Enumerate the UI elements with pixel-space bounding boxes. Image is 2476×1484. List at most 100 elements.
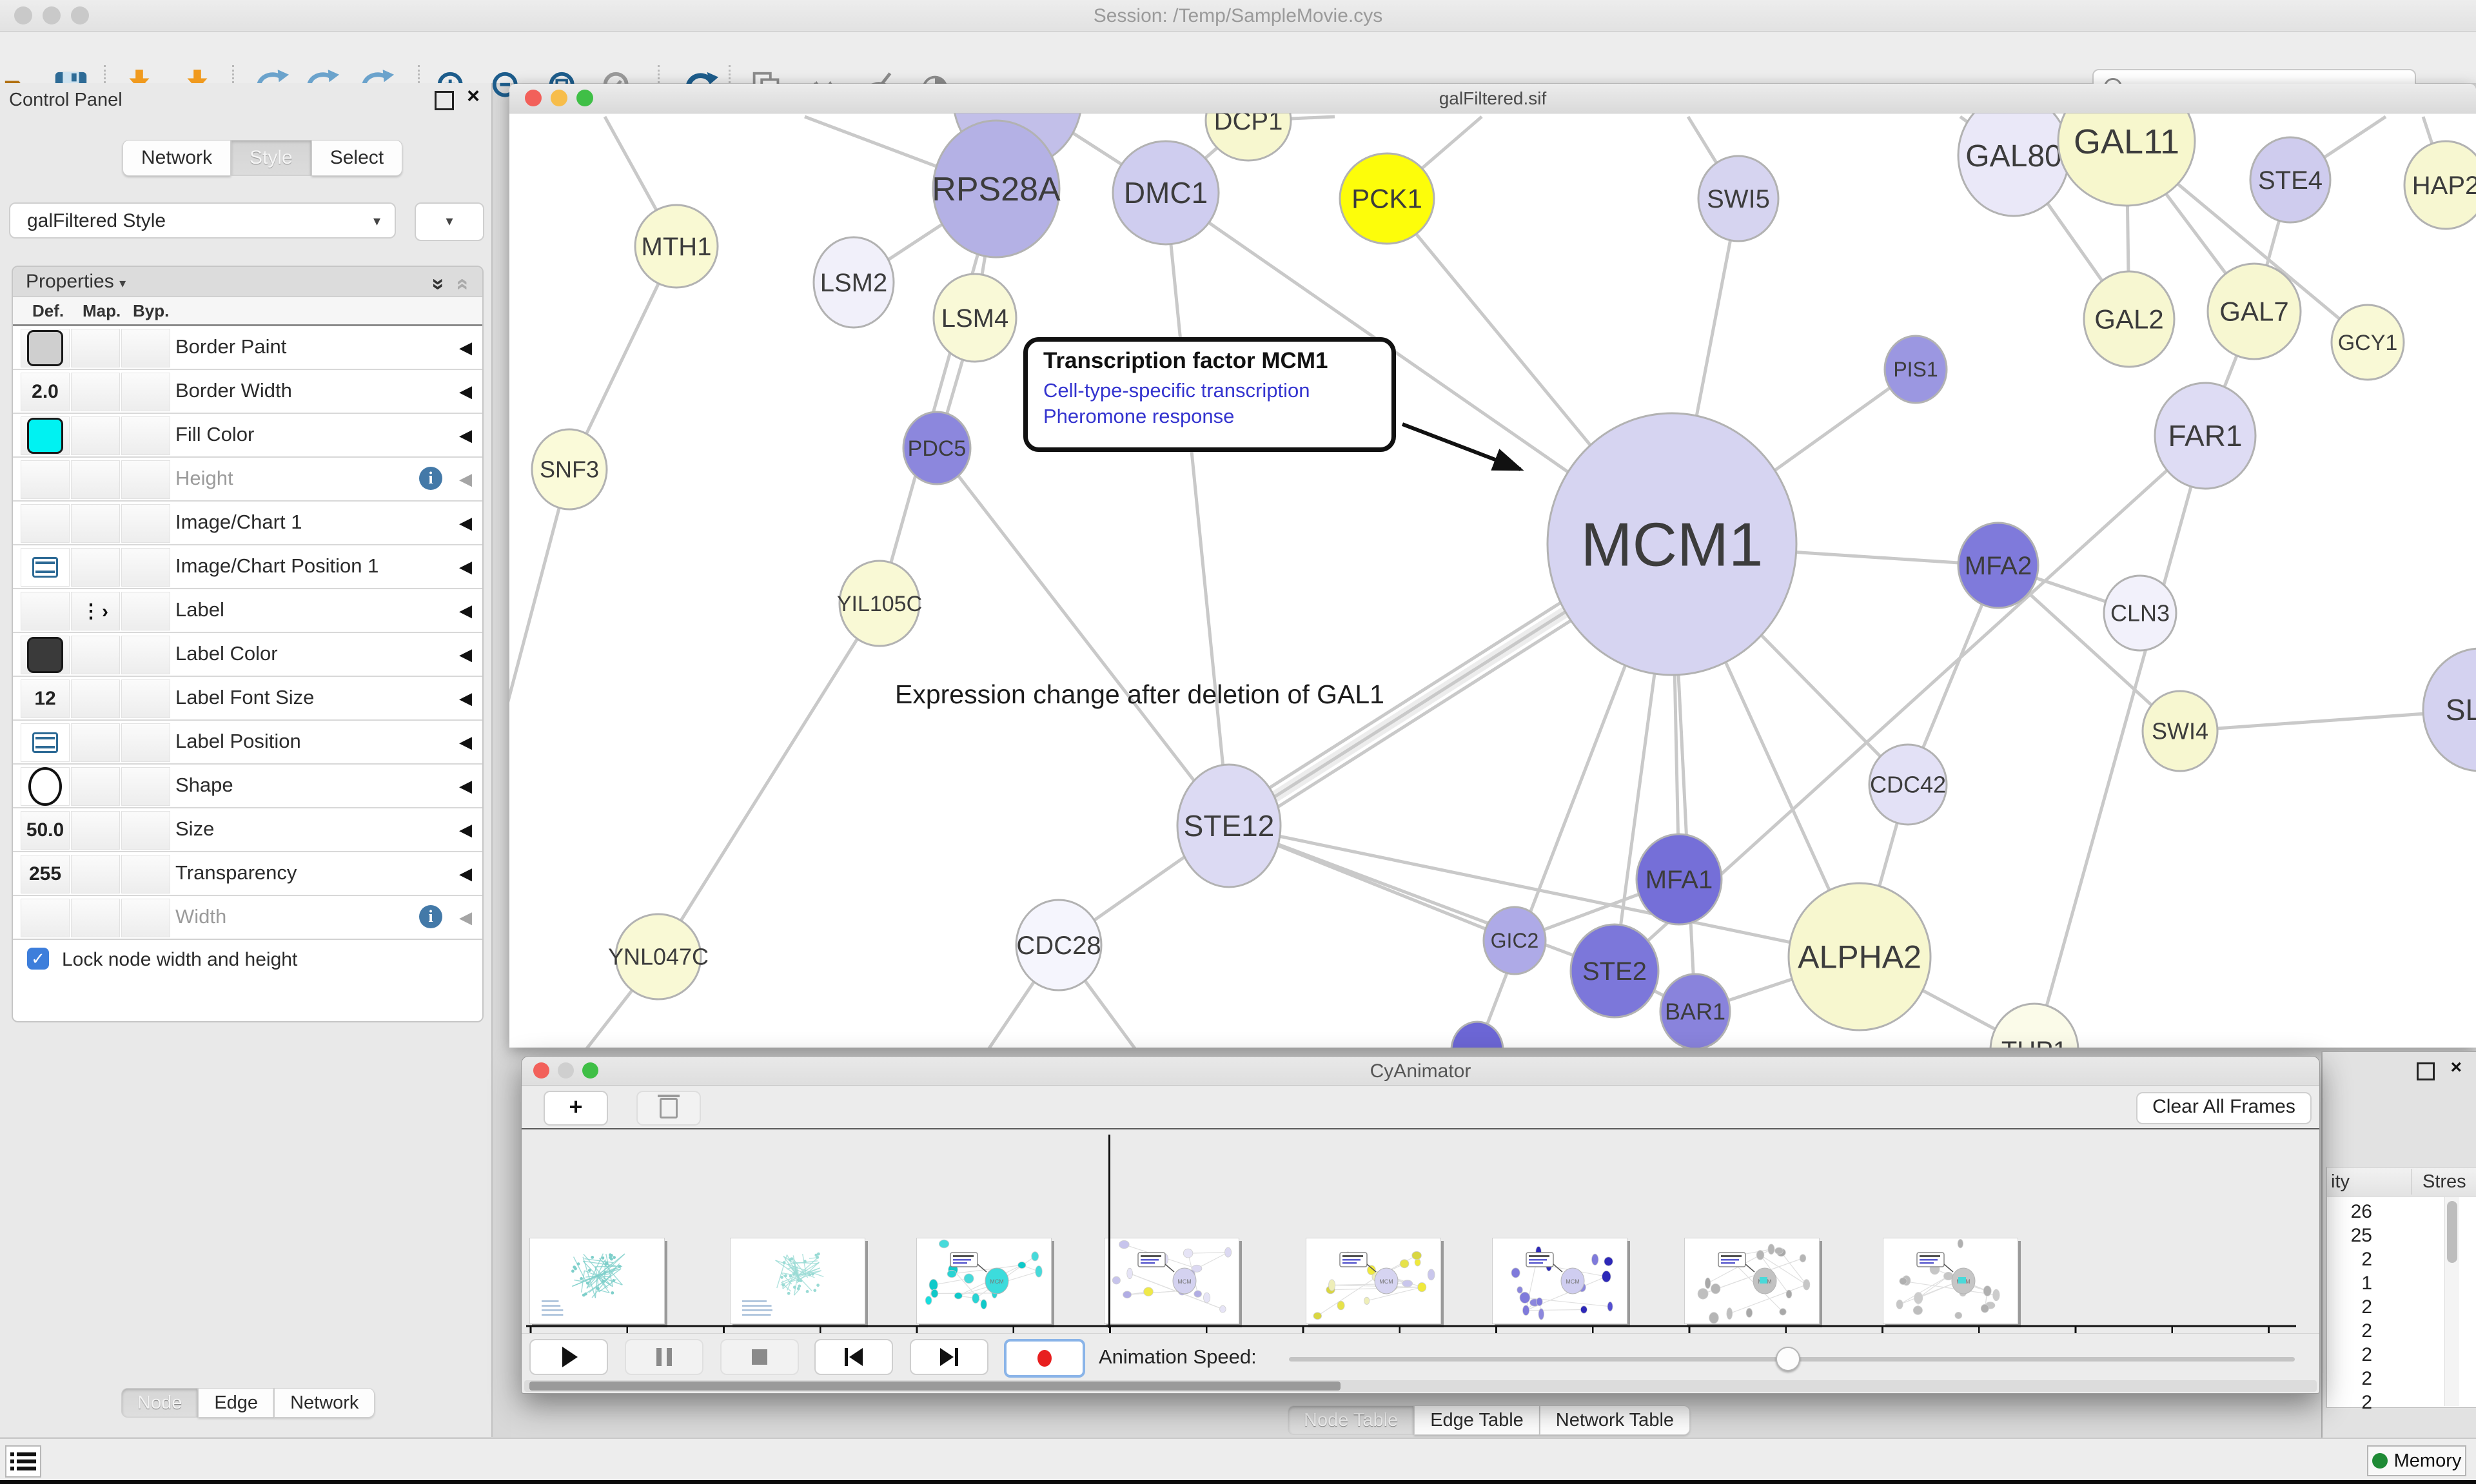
property-row-height[interactable]: Heighti◀: [13, 456, 482, 500]
frame-thumbnail-3[interactable]: MCM: [916, 1238, 1052, 1324]
expand-row-icon[interactable]: ◀: [459, 908, 472, 928]
collapse-all-icon[interactable]: «: [449, 278, 478, 291]
tab-node-table[interactable]: Node Table: [1288, 1405, 1414, 1435]
tab-style[interactable]: Style: [231, 140, 311, 176]
info-icon[interactable]: i: [419, 905, 442, 928]
expand-row-icon[interactable]: ◀: [459, 688, 472, 708]
property-row-transparency[interactable]: 255Transparency◀: [13, 851, 482, 895]
mapping-cell[interactable]: [71, 811, 120, 850]
playhead[interactable]: [1108, 1135, 1110, 1328]
network-node-LSM4[interactable]: LSM4: [934, 274, 1016, 362]
bypass-cell[interactable]: [121, 723, 170, 762]
network-node-PDC5[interactable]: PDC5: [903, 412, 970, 484]
property-row-fill-color[interactable]: Fill Color◀: [13, 413, 482, 456]
property-row-label-font-size[interactable]: 12Label Font Size◀: [13, 676, 482, 719]
property-row-border-paint[interactable]: Border Paint◀: [13, 326, 482, 369]
network-node-STE4[interactable]: STE4: [2250, 137, 2330, 222]
show-panels-button[interactable]: [5, 1445, 41, 1478]
property-row-size[interactable]: 50.0Size◀: [13, 807, 482, 851]
default-value-cell[interactable]: [21, 767, 70, 806]
network-node-GAL80[interactable]: GAL80: [1958, 113, 2069, 216]
mapping-cell[interactable]: [71, 460, 120, 499]
table-cell[interactable]: 2: [2327, 1320, 2372, 1342]
memory-button[interactable]: Memory: [2367, 1445, 2466, 1476]
bypass-cell[interactable]: [121, 504, 170, 543]
mapping-cell[interactable]: [71, 899, 120, 937]
network-node-CDC28[interactable]: CDC28: [1016, 900, 1101, 990]
mapping-cell[interactable]: [71, 855, 120, 893]
default-value-cell[interactable]: 12: [21, 679, 70, 718]
property-row-image-chart-position-1[interactable]: Image/Chart Position 1◀: [13, 544, 482, 588]
network-node-unlabeled[interactable]: [1451, 1022, 1503, 1048]
bypass-cell[interactable]: [121, 855, 170, 893]
bypass-cell[interactable]: [121, 899, 170, 937]
network-node-BAR1[interactable]: BAR1: [1660, 974, 1730, 1048]
network-node-HAP2[interactable]: HAP2: [2404, 141, 2476, 229]
expand-row-icon[interactable]: ◀: [459, 864, 472, 884]
frame-thumbnail-6[interactable]: MCM: [1492, 1238, 1627, 1324]
play-button[interactable]: [529, 1339, 608, 1375]
property-row-width[interactable]: Widthi◀: [13, 895, 482, 939]
info-icon[interactable]: i: [419, 467, 442, 490]
lock-node-size-row[interactable]: ✓ Lock node width and height: [13, 939, 482, 977]
table-cell[interactable]: 1: [2327, 1273, 2372, 1294]
default-value-cell[interactable]: [21, 329, 70, 367]
property-row-label[interactable]: ⋮›Label◀: [13, 588, 482, 632]
network-node-MTH1[interactable]: MTH1: [635, 205, 718, 288]
network-node-GAL7[interactable]: GAL7: [2208, 264, 2301, 359]
bypass-cell[interactable]: [121, 679, 170, 718]
cyanimator-titlebar[interactable]: CyAnimator: [522, 1057, 2319, 1086]
network-node-TUP1[interactable]: TUP1: [1990, 1004, 2078, 1048]
expand-row-icon[interactable]: ◀: [459, 820, 472, 840]
style-selector[interactable]: galFiltered Style ▾: [9, 202, 396, 239]
default-value-cell[interactable]: 255: [21, 855, 70, 893]
network-node-STE12[interactable]: STE12: [1177, 765, 1281, 887]
network-node-FAR1[interactable]: FAR1: [2155, 383, 2255, 489]
frame-thumbnail-2[interactable]: [730, 1238, 865, 1324]
property-row-label-color[interactable]: Label Color◀: [13, 632, 482, 676]
network-node-CDC42[interactable]: CDC42: [1869, 745, 1947, 825]
default-value-cell[interactable]: [21, 504, 70, 543]
table-cell[interactable]: 2: [2327, 1344, 2372, 1366]
bypass-cell[interactable]: [121, 636, 170, 674]
network-node-GCY1[interactable]: GCY1: [2332, 305, 2404, 380]
default-value-cell[interactable]: [21, 723, 70, 762]
expand-row-icon[interactable]: ◀: [459, 776, 472, 796]
frame-thumbnail-5[interactable]: MCM: [1306, 1238, 1441, 1324]
network-canvas[interactable]: RPS28BDCP1RPS28ADMC1PCK1MTH1LSM2LSM4SNF3…: [509, 113, 2476, 1048]
tab-edge-table[interactable]: Edge Table: [1414, 1405, 1540, 1435]
default-value-cell[interactable]: [21, 548, 70, 587]
network-node-MFA2[interactable]: MFA2: [1958, 523, 2038, 608]
annotation-box[interactable]: Transcription factor MCM1 Cell-type-spec…: [1023, 337, 1396, 452]
mapping-cell[interactable]: [71, 636, 120, 674]
default-value-cell[interactable]: [21, 899, 70, 937]
delete-frame-button[interactable]: [636, 1091, 701, 1126]
skip-end-button[interactable]: [910, 1339, 988, 1375]
bypass-cell[interactable]: [121, 767, 170, 806]
network-node-GAL11[interactable]: GAL11: [2058, 113, 2195, 206]
bypass-cell[interactable]: [121, 592, 170, 630]
scrollbar-thumb[interactable]: [529, 1381, 1341, 1391]
network-node-LSM2[interactable]: LSM2: [814, 237, 894, 327]
network-node-GIC2[interactable]: GIC2: [1484, 907, 1546, 974]
property-row-label-position[interactable]: Label Position◀: [13, 719, 482, 763]
property-row-image-chart-1[interactable]: Image/Chart 1◀: [13, 500, 482, 544]
expand-row-icon[interactable]: ◀: [459, 469, 472, 489]
default-value-cell[interactable]: [21, 636, 70, 674]
table-cell[interactable]: 2: [2327, 1368, 2372, 1390]
network-node-DCP1[interactable]: DCP1: [1206, 113, 1291, 161]
property-row-shape[interactable]: Shape◀: [13, 763, 482, 807]
network-node-RPS28A[interactable]: RPS28A: [932, 121, 1061, 257]
network-node-MFA1[interactable]: MFA1: [1636, 834, 1722, 924]
expand-row-icon[interactable]: ◀: [459, 513, 472, 533]
network-node-CLN3[interactable]: CLN3: [2104, 576, 2176, 650]
tab-network[interactable]: Network: [123, 140, 231, 176]
default-value-cell[interactable]: [21, 416, 70, 455]
table-cell[interactable]: 25: [2327, 1225, 2372, 1247]
annotation-link[interactable]: Pheromone response: [1043, 405, 1391, 428]
table-cell[interactable]: 26: [2327, 1201, 2372, 1223]
frame-thumbnail-4[interactable]: MCM: [1104, 1238, 1239, 1324]
properties-header[interactable]: Properties ▾ » «: [13, 267, 482, 297]
checkbox-checked-icon[interactable]: ✓: [27, 948, 49, 970]
network-node-YIL105C[interactable]: YIL105C: [837, 561, 922, 646]
